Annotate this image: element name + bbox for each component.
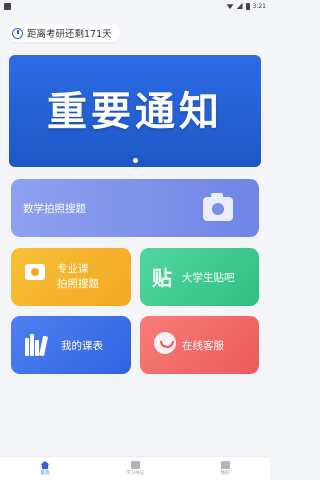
bottom-tab-bar: 首页 学习书记 我的 — [0, 456, 270, 480]
student-forum-label: 大学生贴吧 — [182, 272, 235, 284]
status-bar: 3:21 — [0, 0, 270, 12]
professional-course-label-line1: 专业课 — [57, 263, 89, 275]
professional-course-label: 专业课 拍照搜题 — [57, 262, 99, 292]
banner-title: 重要通知 — [47, 88, 223, 135]
smile-icon — [154, 332, 176, 354]
banner-page-indicator — [133, 158, 138, 163]
books-icon — [25, 334, 49, 357]
student-forum-card[interactable]: 贴 大学生贴吧 — [140, 248, 259, 306]
math-photo-search-card[interactable]: 数学拍照搜题 — [11, 179, 259, 237]
wifi-icon — [226, 4, 234, 9]
tab-mine-label: 我的 — [220, 471, 230, 476]
exam-countdown: 距离考研还剩171天 — [8, 24, 120, 42]
camera-icon — [203, 193, 233, 221]
tab-study-label: 学习书记 — [126, 471, 144, 476]
tab-home[interactable]: 首页 — [15, 461, 75, 476]
book-icon — [130, 461, 140, 469]
professional-course-label-line2: 拍照搜题 — [57, 278, 99, 290]
battery-icon — [245, 2, 250, 10]
tab-study[interactable]: 学习书记 — [105, 461, 165, 476]
clock-icon — [12, 27, 23, 39]
camera-icon — [25, 264, 45, 280]
tab-home-label: 首页 — [40, 471, 50, 476]
notification-icon — [4, 2, 11, 10]
tab-mine[interactable]: 我的 — [195, 461, 255, 476]
status-right: 3:21 — [226, 2, 266, 10]
online-service-label: 在线客服 — [182, 340, 224, 352]
online-service-card[interactable]: 在线客服 — [140, 316, 259, 374]
my-schedule-card[interactable]: 我的课表 — [11, 316, 131, 374]
professional-course-search-card[interactable]: 专业课 拍照搜题 — [11, 248, 131, 306]
my-schedule-label: 我的课表 — [61, 340, 103, 352]
user-icon — [220, 461, 230, 469]
status-time: 3:21 — [252, 2, 266, 10]
notice-banner[interactable]: 重要通知 — [9, 55, 261, 167]
countdown-text: 距离考研还剩171天 — [27, 29, 112, 40]
post-icon: 贴 — [152, 266, 172, 290]
home-icon — [40, 461, 50, 469]
math-photo-search-label: 数学拍照搜题 — [23, 203, 86, 215]
signal-icon — [236, 3, 243, 9]
